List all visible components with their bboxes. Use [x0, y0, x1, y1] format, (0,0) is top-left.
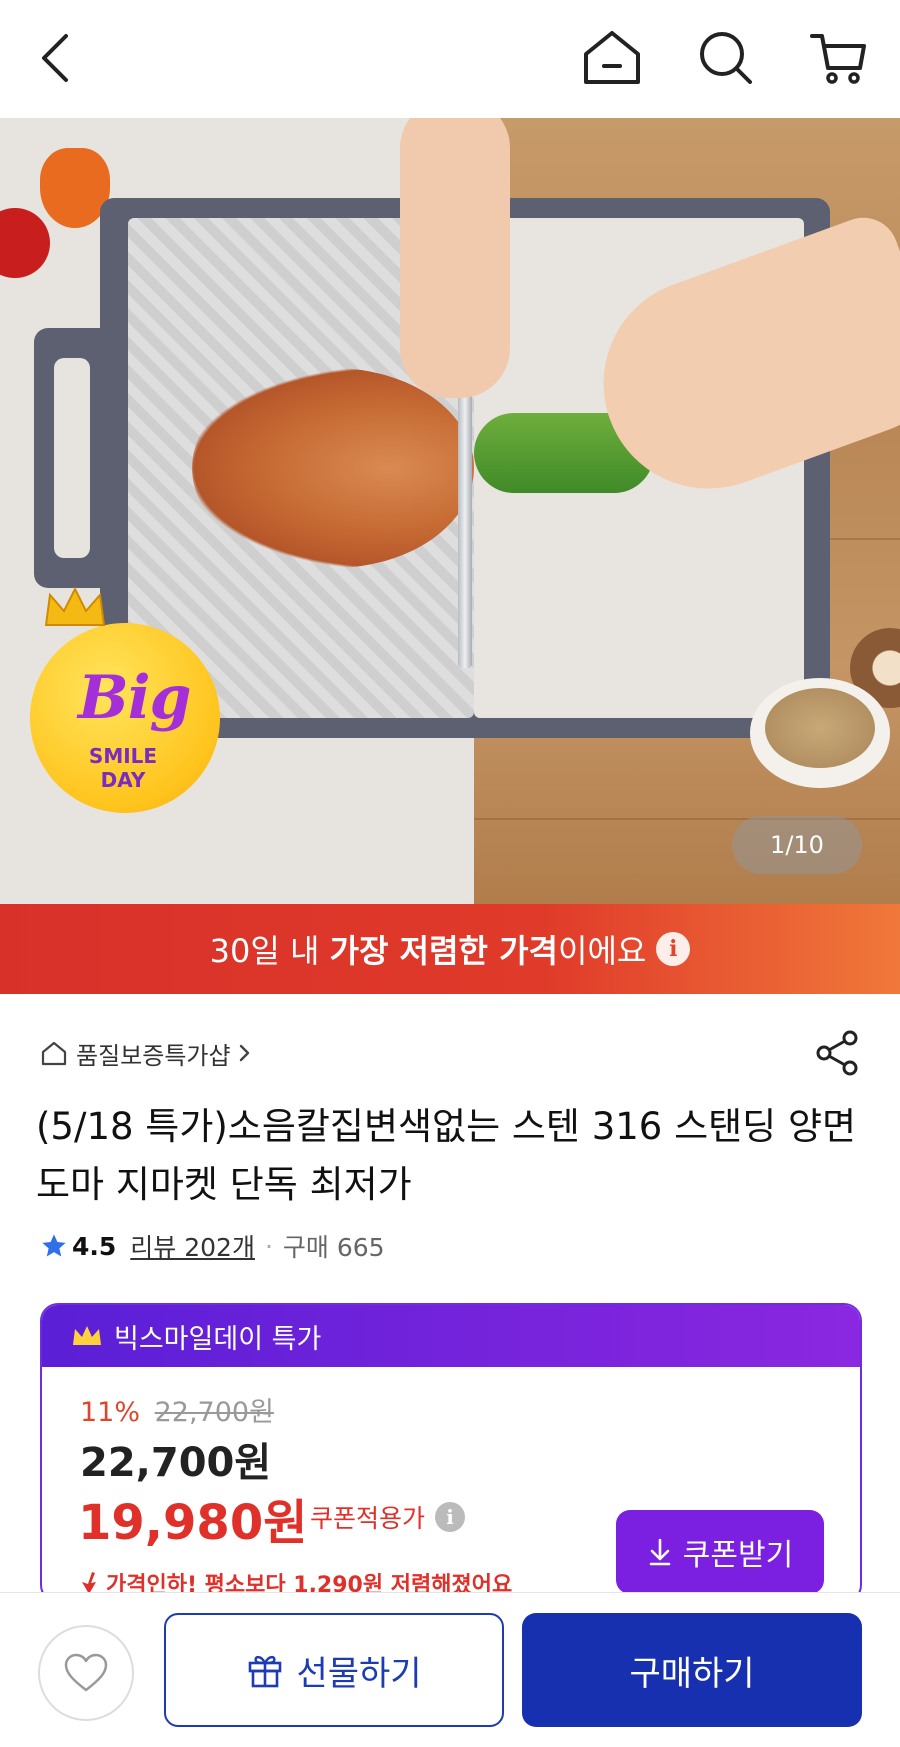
cart-icon: [810, 34, 866, 84]
info-icon[interactable]: i: [656, 932, 691, 966]
coupon-applied-label: 쿠폰적용가 i: [310, 1499, 466, 1535]
deal-header-label: 빅스마일데이 특가: [114, 1323, 322, 1355]
crown-icon: [73, 1326, 101, 1345]
download-arrow-icon: [649, 1538, 671, 1566]
home-icon: [584, 31, 640, 84]
top-app-bar: [0, 0, 900, 118]
buy-button[interactable]: 구매하기: [522, 1613, 862, 1727]
wishlist-button[interactable]: [38, 1625, 134, 1721]
gift-icon: [249, 1655, 282, 1688]
coupon-price: 19,980원: [78, 1495, 308, 1551]
image-counter: 1/10: [732, 816, 862, 874]
purchase-count: 구매 665: [282, 1233, 385, 1262]
product-title: (5/18 특가)소음칼집변색없는 스텐 316 스탠딩 양면도마 지마켓 단독…: [36, 1105, 857, 1206]
sesame-illustration: [765, 688, 875, 768]
hand-illustration: [400, 118, 510, 398]
home-icon: [41, 1041, 67, 1066]
banner-highlight: 가장 저렴한 가격: [329, 932, 558, 970]
review-link[interactable]: 리뷰 202개: [130, 1228, 255, 1264]
discount-row: 11% 22,700원: [80, 1390, 274, 1429]
get-coupon-button[interactable]: 쿠폰받기: [616, 1510, 824, 1594]
sale-price: 22,700원: [80, 1440, 272, 1486]
chevron-right-icon: [239, 1044, 249, 1062]
product-image-carousel[interactable]: Big SMILE DAY 1/10: [0, 118, 900, 904]
badge-day-line: DAY: [100, 768, 146, 792]
crown-icon: [44, 586, 106, 626]
board-handle-hole: [54, 358, 90, 558]
badge-smile-text: SMILE DAY: [68, 744, 178, 792]
special-deal-box: 빅스마일데이 특가 11% 22,700원 22,700원 19,980원 쿠폰…: [40, 1303, 862, 1603]
get-coupon-label: 쿠폰받기: [682, 1538, 794, 1573]
heart-icon: [64, 1653, 108, 1692]
share-icon[interactable]: [812, 1028, 862, 1078]
original-price: 22,700원: [154, 1397, 274, 1428]
home-button[interactable]: [576, 22, 648, 94]
star-icon: [42, 1234, 66, 1257]
badge-smile-line: SMILE: [88, 744, 158, 768]
separator-dot: ·: [264, 1231, 273, 1261]
coupon-applied-text: 쿠폰적용가: [310, 1504, 426, 1533]
bottom-action-bar: 선물하기 구매하기: [0, 1592, 900, 1747]
gift-label: 선물하기: [296, 1653, 422, 1694]
cart-button[interactable]: [802, 22, 874, 94]
discount-percent: 11%: [80, 1397, 141, 1428]
store-link[interactable]: 품질보증특가샵: [40, 1035, 261, 1071]
lowest-price-banner: 30일 내 가장 저렴한 가격 이에요 i: [0, 904, 900, 994]
search-button[interactable]: [690, 22, 762, 94]
rating-score: 4.5: [72, 1231, 117, 1261]
banner-suffix: 이에요: [558, 932, 647, 970]
kimchi-illustration: [192, 368, 474, 568]
chevron-left-icon: [42, 34, 68, 82]
info-icon[interactable]: i: [435, 1502, 466, 1532]
badge-big-text: Big: [78, 663, 191, 733]
search-icon: [700, 32, 752, 84]
back-button[interactable]: [20, 22, 92, 94]
banner-prefix: 30일 내: [209, 932, 330, 970]
store-name: 품질보증특가샵: [76, 1041, 231, 1070]
gift-button[interactable]: 선물하기: [164, 1613, 504, 1727]
rating-row: 4.5 리뷰 202개 · 구매 665: [40, 1226, 385, 1266]
deal-header: 빅스마일데이 특가: [42, 1305, 860, 1367]
